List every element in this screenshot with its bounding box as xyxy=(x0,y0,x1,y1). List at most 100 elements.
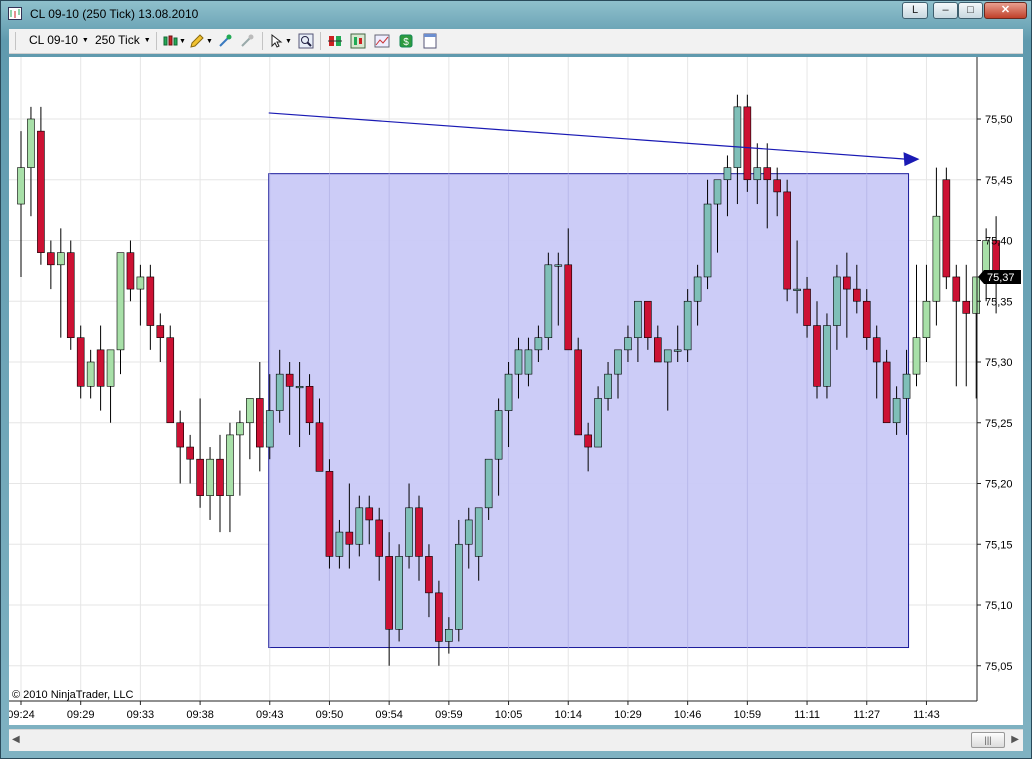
candle-body xyxy=(942,179,951,278)
candlestick-style-icon[interactable] xyxy=(162,33,178,49)
price-chart[interactable]: 75,50 75,45 75,40 75,35 75,30 75,25 75,20 75,15… xyxy=(9,57,1023,725)
candle-body xyxy=(176,422,184,448)
candle-body xyxy=(355,507,364,545)
candle-body xyxy=(703,203,712,278)
chart-properties-icon[interactable] xyxy=(374,33,390,49)
candle-body xyxy=(166,337,175,424)
candle-body xyxy=(823,325,831,387)
candle-body xyxy=(753,167,762,181)
price-tick-label: 75,25 xyxy=(985,418,1013,430)
candle-body xyxy=(663,349,672,363)
candle-body xyxy=(952,276,961,302)
minimize-button[interactable]: – xyxy=(933,2,958,19)
arrowhead[interactable] xyxy=(903,152,920,167)
time-tick-label: 10:46 xyxy=(674,709,702,721)
instrument-label: CL 09-10 xyxy=(29,33,78,47)
zoom-icon[interactable] xyxy=(298,33,314,49)
candle-body xyxy=(634,300,642,339)
candle-body xyxy=(295,385,304,389)
candle-body xyxy=(833,276,841,326)
candle-body xyxy=(126,252,135,290)
time-tick-label: 11:11 xyxy=(794,709,820,721)
candle-body xyxy=(504,373,513,411)
time-tick-label: 09:50 xyxy=(316,709,344,721)
candle-body xyxy=(783,191,791,290)
candle-body xyxy=(454,543,463,630)
scroll-left-arrow-icon[interactable]: ◀ xyxy=(12,734,20,745)
arrow-line-drawing[interactable] xyxy=(268,112,906,160)
candle-body xyxy=(37,130,45,253)
toolbar-separator xyxy=(156,32,157,50)
candle-body xyxy=(246,398,254,424)
chart-panel[interactable]: 75,50 75,45 75,40 75,35 75,30 75,25 75,20 75,15… xyxy=(9,57,1023,725)
time-tick-label: 09:29 xyxy=(67,709,95,721)
candle-body xyxy=(972,276,981,314)
time-tick-label: 10:29 xyxy=(614,709,642,721)
time-tick-label: 10:59 xyxy=(734,709,762,721)
price-tick-label: 75,05 xyxy=(985,661,1013,673)
candle-body xyxy=(962,300,971,314)
rectangle-drawing[interactable] xyxy=(268,173,910,649)
copyright-label: © 2010 NinjaTrader, LLC xyxy=(12,689,133,701)
scroll-thumb[interactable]: ||| xyxy=(971,732,1005,748)
candle-body xyxy=(116,252,125,351)
candle-body xyxy=(285,373,294,387)
candle-body xyxy=(892,398,901,424)
candle-body xyxy=(514,349,523,375)
instrument-selector[interactable]: CL 09-10 ▼ xyxy=(29,33,89,47)
candle-body xyxy=(683,300,692,351)
money-icon[interactable]: $ xyxy=(398,33,414,49)
candle-body xyxy=(206,458,214,496)
candle-body xyxy=(803,288,811,326)
data-box-icon[interactable] xyxy=(327,33,343,49)
candle-body xyxy=(773,179,782,193)
maximize-button[interactable]: □ xyxy=(958,2,983,19)
chevron-down-icon[interactable]: ▼ xyxy=(206,38,213,45)
candle-body xyxy=(922,300,931,339)
strategies-icon[interactable] xyxy=(350,33,366,49)
time-tick-label: 10:14 xyxy=(554,709,582,721)
candle-body xyxy=(56,252,65,266)
title-bar[interactable]: CL 09-10 (250 Tick) 13.08.2010 L – □ ✕ xyxy=(1,1,1031,27)
candle-body xyxy=(733,106,742,168)
candle-body xyxy=(902,373,911,399)
candle-body xyxy=(574,349,583,436)
price-tick-label: 75,10 xyxy=(985,600,1013,612)
svg-text:$: $ xyxy=(403,37,409,48)
candle-body xyxy=(106,349,115,387)
chevron-down-icon[interactable]: ▼ xyxy=(179,38,186,45)
price-tick-label: 75,35 xyxy=(985,296,1013,308)
add-indicator-icon[interactable] xyxy=(217,33,233,49)
candle-body xyxy=(86,361,95,387)
candle-body xyxy=(216,458,224,496)
chevron-down-icon[interactable]: ▼ xyxy=(285,38,292,45)
pencil-drawing-icon[interactable] xyxy=(189,33,205,49)
time-tick-label: 09:24 xyxy=(9,709,35,721)
interval-selector[interactable]: 250 Tick ▼ xyxy=(95,33,151,47)
panel-icon[interactable] xyxy=(422,33,438,49)
candle-body xyxy=(614,349,622,375)
horizontal-scrollbar[interactable]: ◀ ||| ▶ xyxy=(9,729,1023,751)
time-tick-label: 11:27 xyxy=(853,709,880,721)
cursor-pointer-icon[interactable] xyxy=(268,33,284,49)
candle-body xyxy=(265,410,274,448)
login-button[interactable]: L xyxy=(902,2,928,19)
candle-body xyxy=(375,519,384,557)
candle-body xyxy=(534,337,543,351)
time-tick-label: 09:59 xyxy=(435,709,463,721)
candle-body xyxy=(425,556,433,594)
candle-body xyxy=(912,337,921,375)
close-button[interactable]: ✕ xyxy=(984,2,1027,19)
candle-body xyxy=(365,507,374,521)
candle-body xyxy=(624,337,632,351)
remove-indicator-icon[interactable] xyxy=(239,33,255,49)
chevron-down-icon: ▼ xyxy=(81,37,89,44)
candle-body xyxy=(435,592,443,642)
candle-body xyxy=(763,167,772,181)
time-tick-label: 09:54 xyxy=(375,709,403,721)
candle-body xyxy=(713,179,722,205)
candle-body xyxy=(852,288,861,302)
candle-body xyxy=(494,410,503,460)
price-tick-label: 75,45 xyxy=(985,175,1013,187)
scroll-right-arrow-icon[interactable]: ▶ xyxy=(1011,734,1019,745)
